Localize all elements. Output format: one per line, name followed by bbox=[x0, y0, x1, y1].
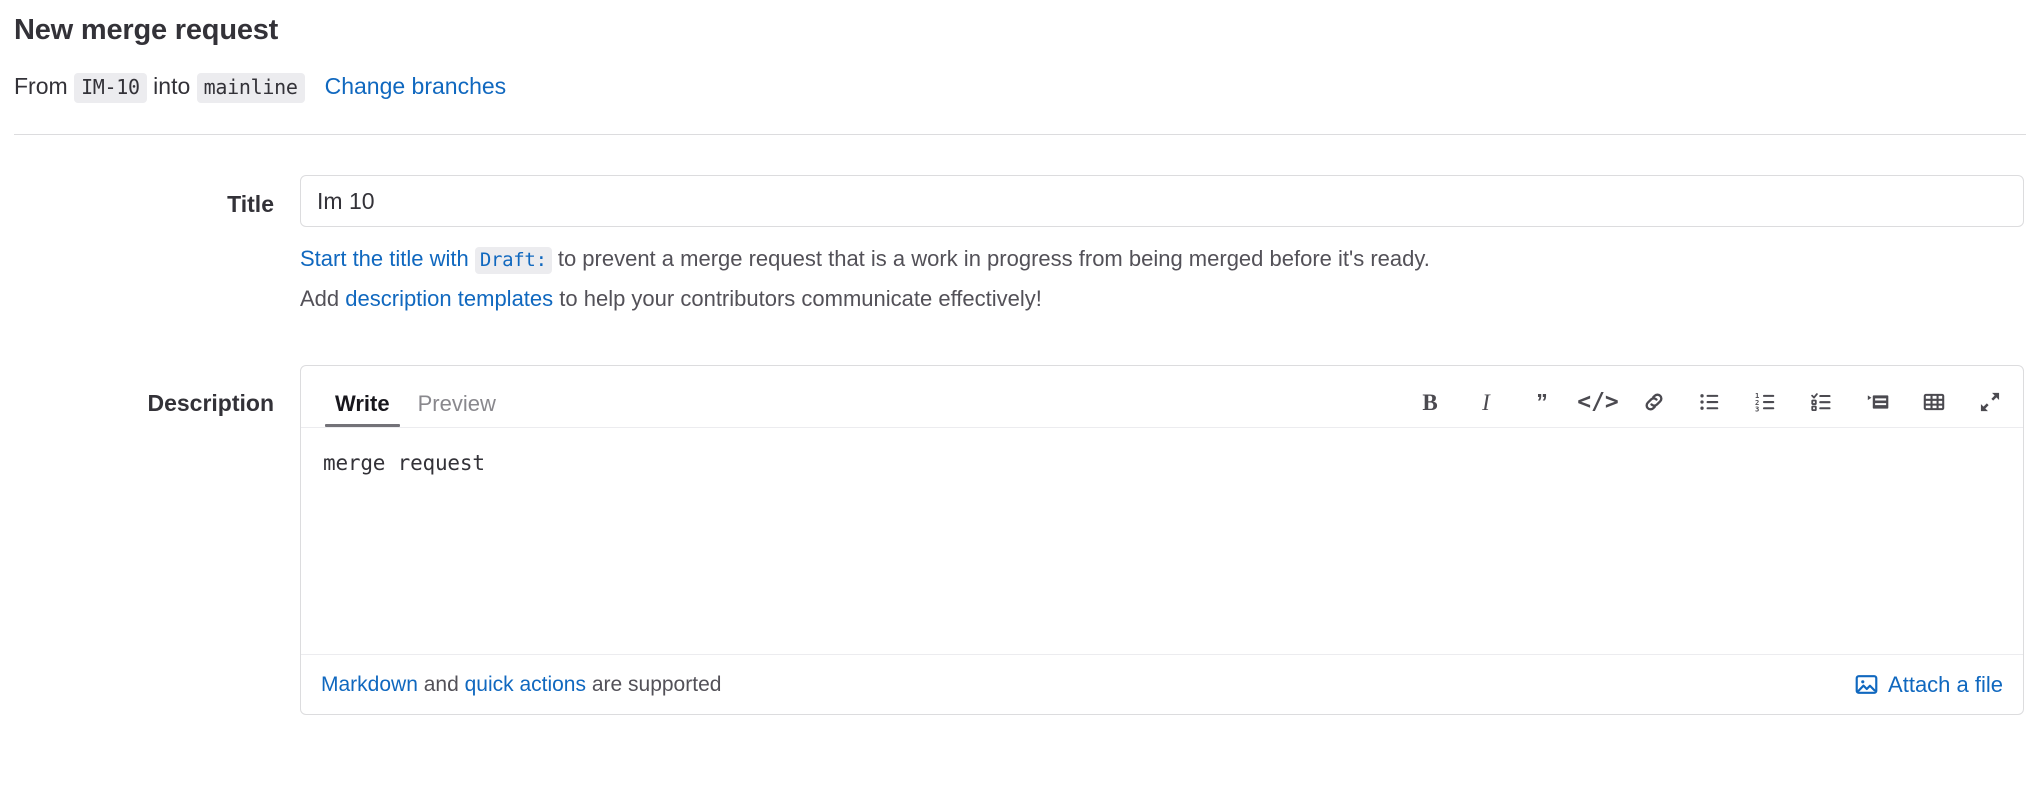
italic-icon[interactable]: I bbox=[1471, 387, 1501, 417]
new-merge-request-page: New merge request From IM-10 into mainli… bbox=[0, 0, 2040, 799]
code-icon[interactable]: </> bbox=[1577, 387, 1619, 417]
footer-suffix: are supported bbox=[586, 672, 722, 696]
bold-icon[interactable]: B bbox=[1415, 387, 1445, 417]
description-label: Description bbox=[147, 390, 274, 417]
quote-icon[interactable]: ” bbox=[1527, 387, 1557, 417]
markdown-support-note: Markdown and quick actions are supported bbox=[321, 673, 721, 697]
editor-body bbox=[301, 428, 2023, 654]
title-field-wrapper: Start the title with Draft: to prevent a… bbox=[300, 175, 2040, 315]
page-title: New merge request bbox=[14, 14, 279, 46]
numbered-list-icon[interactable]: 1 2 3 bbox=[1751, 387, 1781, 417]
editor-toolbar: B I ” </> 1 2 3 bbox=[1415, 387, 2005, 427]
description-textarea[interactable] bbox=[321, 446, 2003, 640]
markdown-editor: Write Preview B I ” </> 1 2 3 merge requ… bbox=[300, 365, 2024, 716]
footer-and: and bbox=[417, 672, 465, 696]
description-field-wrapper: Write Preview B I ” </> 1 2 3 merge requ… bbox=[300, 365, 2040, 716]
draft-code-chip: Draft: bbox=[474, 247, 552, 275]
draft-hint-rest: to prevent a merge request that is a wor… bbox=[551, 246, 1430, 272]
description-form-row: Description Write Preview B I ” </> 1 2 … bbox=[0, 365, 2040, 716]
editor-footer: Markdown and quick actions are supported… bbox=[301, 654, 2023, 714]
into-label: into bbox=[146, 73, 197, 100]
svg-text:3: 3 bbox=[1755, 405, 1759, 413]
attach-file-label: Attach a file bbox=[1888, 671, 2003, 697]
source-branch-badge: IM-10 bbox=[74, 73, 147, 104]
collapsible-section-icon[interactable] bbox=[1863, 387, 1893, 417]
markdown-link[interactable]: Markdown bbox=[321, 673, 418, 696]
from-label: From bbox=[14, 73, 75, 100]
link-icon[interactable] bbox=[1639, 387, 1669, 417]
description-templates-link[interactable]: description templates bbox=[345, 286, 553, 311]
draft-hint-link[interactable]: Start the title with bbox=[300, 246, 469, 271]
editor-header: Write Preview B I ” </> 1 2 3 bbox=[301, 366, 2023, 429]
templates-hint-prefix: Add bbox=[300, 286, 346, 312]
templates-hint-rest: to help your contributors communicate ef… bbox=[553, 286, 1042, 312]
tab-preview[interactable]: Preview bbox=[404, 393, 510, 427]
change-branches-link[interactable]: Change branches bbox=[325, 70, 507, 102]
title-input[interactable] bbox=[300, 175, 2024, 228]
branch-summary: From IM-10 into mainline Change branches bbox=[0, 48, 2040, 104]
editor-tabs: Write Preview bbox=[301, 366, 510, 428]
draft-hint: Start the title with Draft: to prevent a… bbox=[300, 242, 2024, 275]
title-label: Title bbox=[227, 191, 274, 218]
fullscreen-icon[interactable] bbox=[1975, 387, 2005, 417]
title-form-row: Title Start the title with Draft: to pre… bbox=[0, 175, 2040, 315]
tab-write[interactable]: Write bbox=[321, 393, 404, 428]
quick-actions-link[interactable]: quick actions bbox=[465, 673, 586, 696]
checklist-icon[interactable] bbox=[1807, 387, 1837, 417]
attach-file-button[interactable]: Attach a file bbox=[1855, 672, 2003, 698]
table-icon[interactable] bbox=[1919, 387, 1949, 417]
templates-hint: Add description templates to help your c… bbox=[300, 282, 2024, 315]
target-branch-badge: mainline bbox=[196, 73, 305, 104]
header-divider bbox=[14, 134, 2026, 136]
bullet-list-icon[interactable] bbox=[1695, 387, 1725, 417]
image-icon bbox=[1855, 673, 1878, 696]
